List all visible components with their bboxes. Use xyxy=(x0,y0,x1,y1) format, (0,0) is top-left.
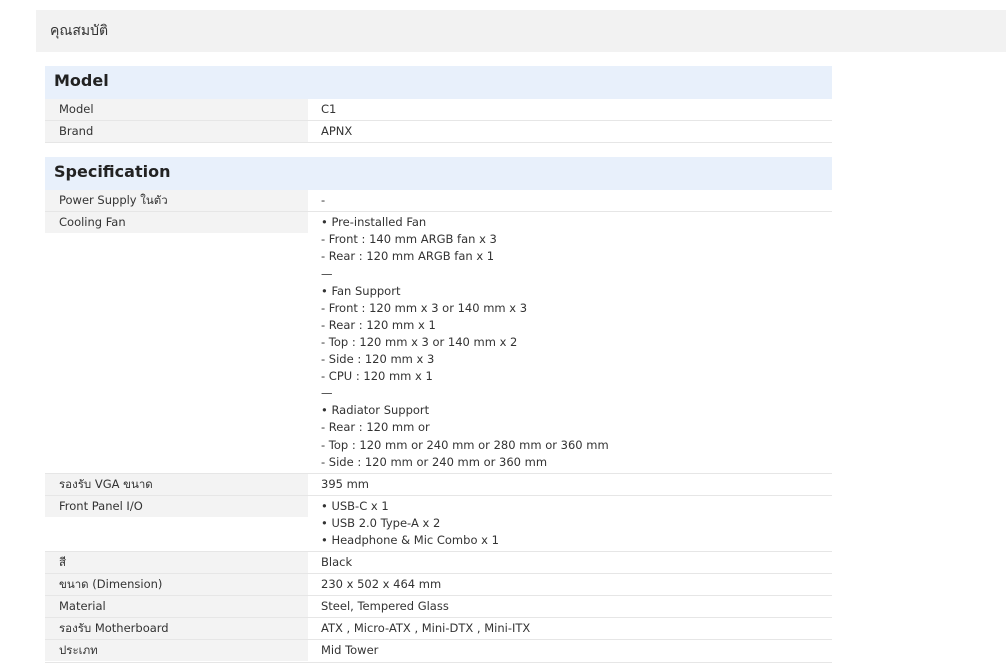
spec-row: ประเภท Mid Tower xyxy=(45,640,832,663)
spec-label: รองรับ Motherboard xyxy=(45,618,308,640)
spec-value-line: • USB 2.0 Type-A x 2 xyxy=(321,515,441,530)
spec-value: Mid Tower xyxy=(308,640,832,661)
spec-value: • Pre-installed Fan - Front : 140 mm ARGB… xyxy=(308,212,832,472)
spec-value: • USB-C x 1 • USB 2.0 Type-A x 2 • Headpho… xyxy=(308,496,832,551)
spec-value-line: - xyxy=(321,193,326,208)
spec-value-line: - Side : 120 mm or 240 mm or 360 mm xyxy=(321,454,548,469)
section-header: Specification xyxy=(45,157,832,191)
page-title: คุณสมบัติ xyxy=(36,10,1006,52)
spec-row: รองรับ Motherboard ATX , Micro-ATX , Mini… xyxy=(45,618,832,641)
spec-row: Front Panel I/O • USB-C x 1 • USB 2.0 Type… xyxy=(45,495,832,553)
spec-value: C1 xyxy=(308,99,832,120)
spec-section: Model Model C1 Brand APNX xyxy=(45,66,832,144)
spec-label: Model xyxy=(45,99,308,120)
spec-row: Power Supply ในตัว - xyxy=(45,190,832,213)
spec-row: Brand APNX xyxy=(45,121,832,144)
spec-row: สี Black xyxy=(45,552,832,575)
spec-value: APNX xyxy=(308,121,832,142)
spec-value-line: — xyxy=(321,266,333,281)
spec-value-line: Steel, Tempered Glass xyxy=(321,599,449,614)
spec-row: รองรับ VGA ขนาด 395 mm xyxy=(45,473,832,496)
spec-row: Model C1 xyxy=(45,99,832,122)
spec-value-line: - Top : 120 mm or 240 mm or 280 mm or 36… xyxy=(321,437,609,452)
spec-value-line: - Side : 120 mm x 3 xyxy=(321,352,435,367)
spec-label: Cooling Fan xyxy=(45,212,308,234)
spec-row: Cooling Fan • Pre-installed Fan - Front : … xyxy=(45,212,832,474)
spec-value: Black xyxy=(308,552,832,573)
spec-value: ATX , Micro-ATX , Mini-DTX , Mini-ITX xyxy=(308,618,832,639)
spec-value-line: APNX xyxy=(321,124,353,139)
spec-value-line: C1 xyxy=(321,102,337,116)
spec-value-line: - CPU : 120 mm x 1 xyxy=(321,369,433,384)
spec-label: Power Supply ในตัว xyxy=(45,190,308,212)
spec-label: ขนาด (Dimension) xyxy=(45,574,308,596)
spec-value-line: - Rear : 120 mm or xyxy=(321,420,430,435)
spec-value-line: Mid Tower xyxy=(321,643,379,658)
spec-value: Steel, Tempered Glass xyxy=(308,596,832,617)
spec-value: - xyxy=(308,190,832,211)
spec-value: 395 mm xyxy=(308,474,832,495)
spec-value-line: • Fan Support xyxy=(321,283,401,298)
spec-value-line: — xyxy=(321,386,333,401)
spec-label: Front Panel I/O xyxy=(45,495,308,517)
spec-value-line: • Headphone & Mic Combo x 1 xyxy=(321,532,499,547)
spec-value: 230 x 502 x 464 mm xyxy=(308,574,832,595)
section-header: Model xyxy=(45,66,832,99)
spec-row: Material Steel, Tempered Glass xyxy=(45,596,832,619)
spec-value-line: - Front : 120 mm x 3 or 140 mm x 3 xyxy=(321,300,528,315)
spec-label: สี xyxy=(45,552,308,574)
spec-label: ประเภท xyxy=(45,640,308,662)
spec-row: ขนาด (Dimension) 230 x 502 x 464 mm xyxy=(45,574,832,597)
spec-value-line: 395 mm xyxy=(321,476,370,491)
spec-label: รองรับ VGA ขนาด xyxy=(45,473,308,495)
spec-value-line: 230 x 502 x 464 mm xyxy=(321,577,442,592)
spec-value-line: ATX , Micro-ATX , Mini-DTX , Mini-ITX xyxy=(321,621,531,636)
spec-value-line: Black xyxy=(321,555,353,570)
spec-section: Specification Power Supply ในตัว - Cooling … xyxy=(45,157,832,663)
spec-value-line: - Rear : 120 mm x 1 xyxy=(321,317,436,332)
specs-table: Model Model C1 Brand APNX Specification Power … xyxy=(45,66,832,668)
spec-value-line: - Front : 140 mm ARGB fan x 3 xyxy=(321,232,497,247)
spec-value-line: • Radiator Support xyxy=(321,403,430,418)
spec-value-line: - Rear : 120 mm ARGB fan x 1 xyxy=(321,249,495,264)
product-specs-page: คุณสมบัติ Model Model C1 Brand APNX Specifica… xyxy=(0,0,1006,668)
spec-label: Material xyxy=(45,596,308,618)
spec-value-line: - Top : 120 mm x 3 or 140 mm x 2 xyxy=(321,334,518,349)
spec-label: Brand xyxy=(45,121,308,143)
spec-value-line: • Pre-installed Fan xyxy=(321,215,427,230)
spec-value-line: • USB-C x 1 xyxy=(321,498,389,513)
